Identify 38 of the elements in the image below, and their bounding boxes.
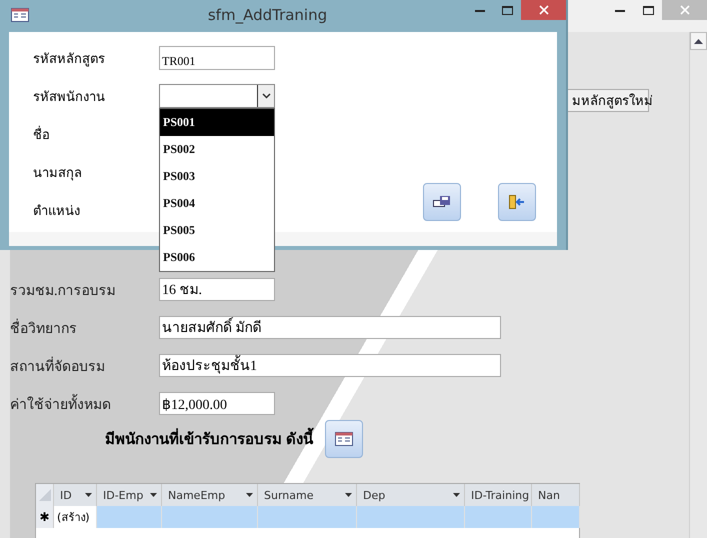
close-icon[interactable] (538, 5, 548, 15)
window-title: sfm_AddTraning (206, 5, 328, 24)
exit-button[interactable] (498, 183, 536, 221)
course-id-field[interactable]: TR001 (159, 46, 275, 70)
open-form-button[interactable] (324, 420, 363, 458)
chevron-down-icon (262, 93, 270, 99)
door-arrow-icon (509, 195, 525, 209)
dropdown-arrow-icon[interactable] (150, 493, 157, 497)
maximize-icon[interactable] (502, 6, 512, 14)
field-value[interactable]: ห้องประชุมชั้น1 (159, 354, 501, 377)
field-label: นามสกุล (33, 164, 83, 182)
field-value[interactable]: นายสมศักดิ์ มักดี (159, 316, 501, 339)
form-icon (11, 8, 29, 22)
save-button[interactable] (423, 183, 461, 221)
field-value[interactable]: 16 ชม. (159, 278, 275, 301)
field-value[interactable]: ฿12,000.00 (159, 392, 275, 415)
dropdown-arrow-icon[interactable] (85, 493, 92, 497)
field-label: สถานที่จัดอบรม (10, 354, 159, 376)
dropdown-arrow-icon[interactable] (345, 493, 352, 497)
field-label: ชื่อ (33, 124, 51, 144)
save-icon (433, 196, 451, 208)
maximize-icon[interactable] (642, 6, 654, 14)
field-label: รวมชม.การอบรม (10, 282, 116, 300)
minimize-icon[interactable] (615, 8, 625, 12)
new-row-marker: ✱ (36, 506, 54, 528)
field-label: ค่าใช้จ่ายทั้งหมด (10, 392, 159, 414)
scroll-up-icon[interactable] (694, 38, 703, 44)
dropdown-arrow-icon[interactable] (453, 493, 460, 497)
minimize-icon[interactable] (474, 8, 484, 12)
field-label: รหัสหลักสูตร (33, 50, 106, 68)
dropdown-arrow-icon[interactable] (246, 493, 253, 497)
form-icon (334, 432, 353, 446)
field-label: รหัสพนักงาน (33, 88, 106, 106)
section-heading: มีพนักงานที่เข้ารับการอบรม ดังนี้ (105, 427, 313, 451)
field-label: ชื่อวิทยากร (10, 316, 159, 338)
dropdown-option[interactable]: PS001 (160, 109, 274, 136)
field-label: ตำแหน่ง (33, 202, 81, 220)
table-cell: (สร้าง) (54, 506, 97, 528)
